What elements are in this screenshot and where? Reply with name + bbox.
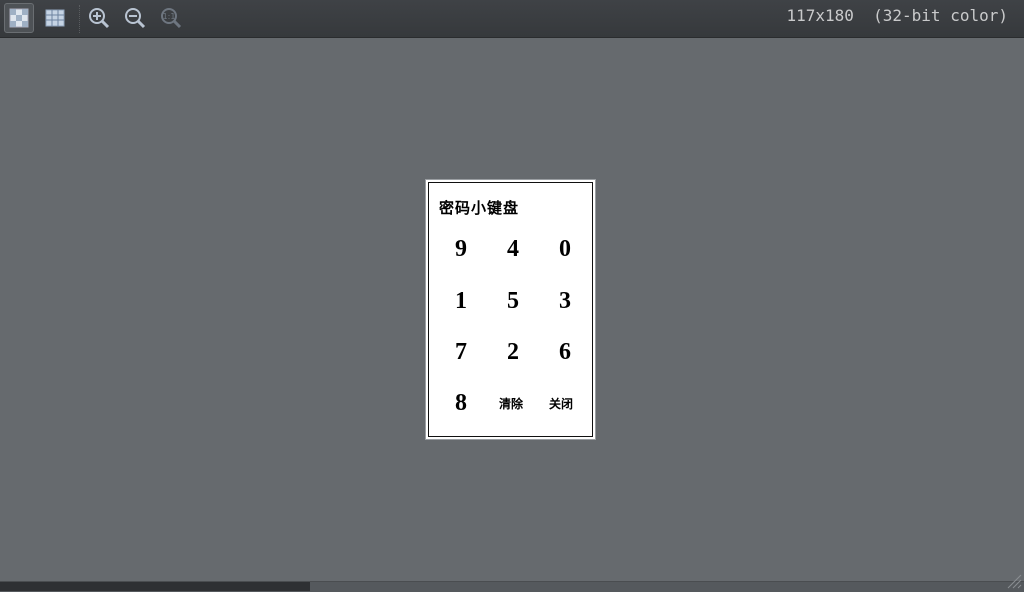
keypad-key: 7 [455, 338, 467, 365]
keypad-key: 4 [507, 235, 519, 262]
toolbar-separator [79, 5, 80, 33]
actual-size-button[interactable]: 1:1 [156, 3, 186, 33]
zoom-out-icon [125, 8, 146, 29]
keypad-key: 9 [455, 235, 467, 262]
keypad-key: 5 [507, 287, 519, 314]
keypad-key: 6 [559, 338, 571, 365]
zoom-actual-size-icon: 1:1 [161, 8, 182, 29]
zoom-out-button[interactable] [120, 3, 150, 33]
keypad-key: 8 [455, 389, 467, 416]
resize-grip-icon[interactable] [1004, 571, 1022, 589]
keypad-clear-key: 清除 [498, 396, 523, 411]
checkerboard-background-button[interactable] [4, 3, 34, 33]
checkerboard-icon [9, 8, 29, 28]
image-viewer-toolbar: 1:1 117x180 (32-bit color) [0, 0, 1024, 38]
keypad-image: 密码小键盘 9 4 0 1 5 3 7 2 6 8 清除 关闭 [428, 182, 593, 437]
image-preview-frame: 密码小键盘 9 4 0 1 5 3 7 2 6 8 清除 关闭 [425, 179, 596, 440]
keypad-key: 2 [507, 338, 519, 365]
keypad-key: 1 [455, 287, 467, 314]
keypad-title: 密码小键盘 [439, 199, 520, 217]
keypad-close-key: 关闭 [548, 396, 573, 411]
zoom-in-button[interactable] [84, 3, 114, 33]
grid-toggle-button[interactable] [40, 3, 70, 33]
grid-icon [45, 9, 65, 27]
svg-text:1:1: 1:1 [163, 12, 176, 21]
horizontal-scrollbar[interactable] [0, 582, 310, 591]
keypad-key: 0 [559, 235, 571, 262]
zoom-in-icon [89, 8, 110, 29]
image-info-label: 117x180 (32-bit color) [786, 6, 1008, 25]
keypad-key: 3 [559, 287, 571, 314]
